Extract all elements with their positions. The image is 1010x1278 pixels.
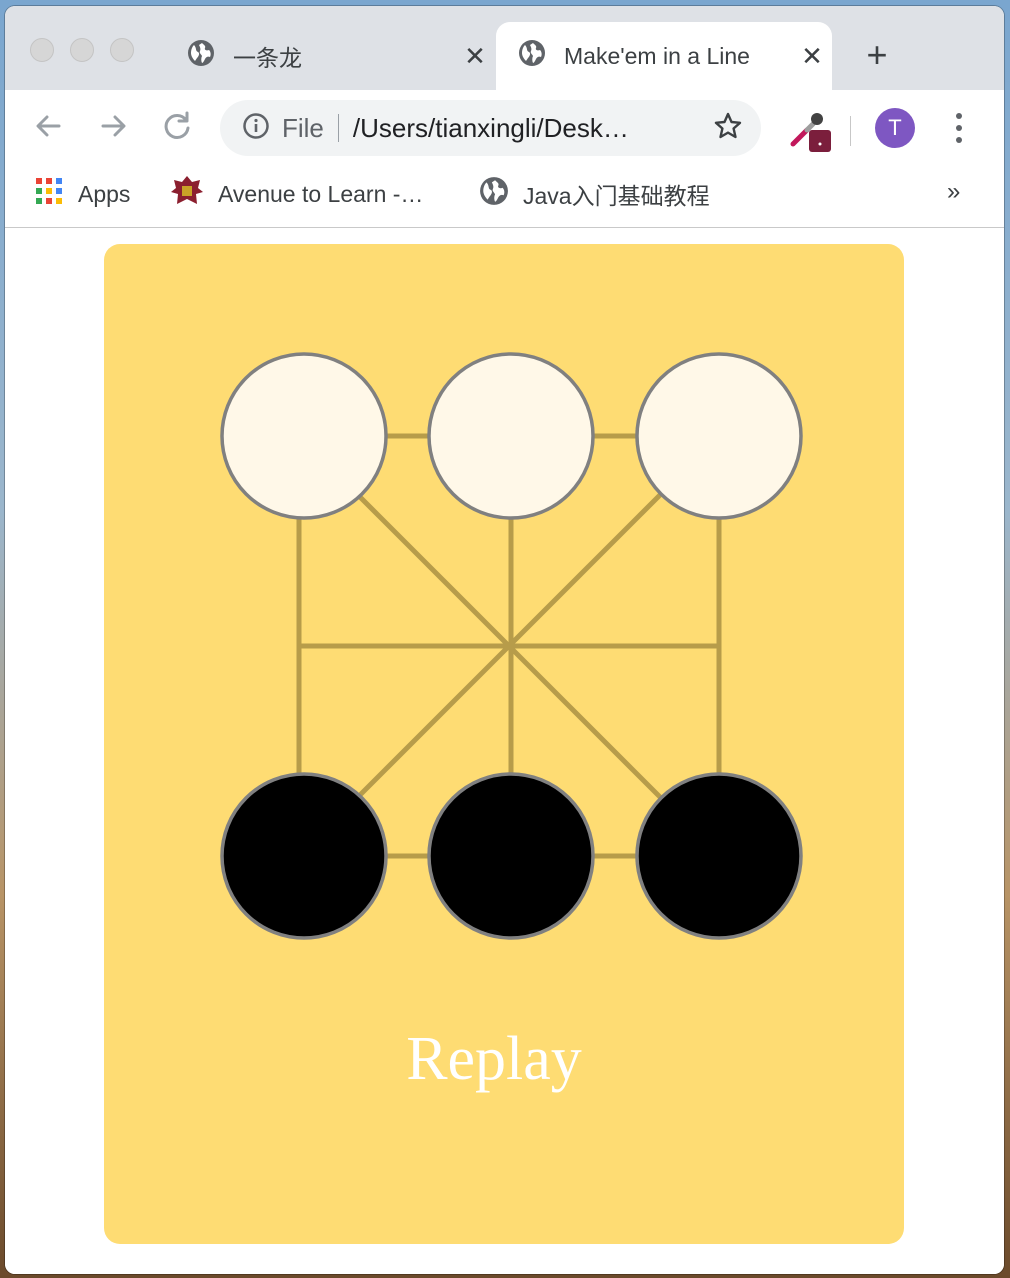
- profile-avatar[interactable]: T: [875, 108, 915, 148]
- eyedropper-extension-icon[interactable]: [787, 108, 831, 152]
- tab-title: 一条龙: [233, 45, 302, 71]
- bookmark-label: Java入门基础教程: [523, 183, 710, 209]
- bookmark-label: Avenue to Learn -…: [218, 180, 424, 207]
- game-board: Replay: [104, 244, 904, 1244]
- game-piece-white-top-right[interactable]: [635, 352, 803, 520]
- tab-yitiaolong[interactable]: 一条龙 ✕: [165, 22, 495, 90]
- crest-icon: [170, 174, 204, 214]
- address-bar[interactable]: File /Users/tianxingli/Desk…: [220, 100, 761, 156]
- bookmark-label: Apps: [78, 180, 131, 207]
- bookmark-star-icon[interactable]: [713, 111, 743, 146]
- toolbar: File /Users/tianxingli/Desk… T: [5, 90, 1004, 162]
- toolbar-divider: [850, 116, 851, 146]
- tab-title: Make'em in a Line: [564, 42, 750, 69]
- globe-icon: [479, 176, 509, 212]
- tab-strip: 一条龙 ✕ Make'em in a Line ✕ +: [5, 6, 1004, 90]
- bookmark-java-tutorial[interactable]: Java入门基础教程: [479, 174, 710, 214]
- url-scheme-label: File: [282, 112, 324, 143]
- omnibox-divider: [337, 114, 339, 142]
- info-icon[interactable]: [242, 112, 270, 145]
- bookmarks-overflow-button[interactable]: »: [947, 178, 960, 206]
- game-piece-black-bottom-center[interactable]: [427, 772, 595, 940]
- window-close-dot[interactable]: [30, 38, 54, 62]
- globe-icon: [187, 39, 215, 73]
- kebab-menu-icon[interactable]: [949, 110, 969, 146]
- apps-grid-icon: [34, 176, 64, 212]
- page-content: Replay: [5, 228, 1004, 1274]
- replay-button[interactable]: Replay: [104, 1024, 884, 1095]
- url-text[interactable]: /Users/tianxingli/Desk…: [353, 113, 713, 144]
- game-piece-white-top-left[interactable]: [220, 352, 388, 520]
- tab-makeem-in-a-line[interactable]: Make'em in a Line ✕: [496, 22, 832, 90]
- window-zoom-dot[interactable]: [110, 38, 134, 62]
- game-piece-white-top-center[interactable]: [427, 352, 595, 520]
- tab-close-icon[interactable]: ✕: [792, 41, 832, 72]
- tab-close-icon[interactable]: ✕: [455, 41, 495, 72]
- game-piece-black-bottom-left[interactable]: [220, 772, 388, 940]
- forward-arrow-icon[interactable]: [95, 108, 131, 144]
- bookmark-avenue-to-learn[interactable]: Avenue to Learn -…: [170, 174, 423, 214]
- new-tab-button[interactable]: +: [857, 36, 897, 76]
- back-arrow-icon[interactable]: [31, 108, 67, 144]
- game-piece-black-bottom-right[interactable]: [635, 772, 803, 940]
- browser-window: 一条龙 ✕ Make'em in a Line ✕ + File /Users/…: [5, 6, 1004, 1274]
- window-minimize-dot[interactable]: [70, 38, 94, 62]
- globe-icon: [518, 39, 546, 73]
- bookmark-apps[interactable]: Apps: [34, 174, 130, 214]
- bookmarks-bar: Apps Avenue to Learn -… Java入门基础教程 »: [5, 162, 1004, 228]
- reload-icon[interactable]: [159, 108, 195, 144]
